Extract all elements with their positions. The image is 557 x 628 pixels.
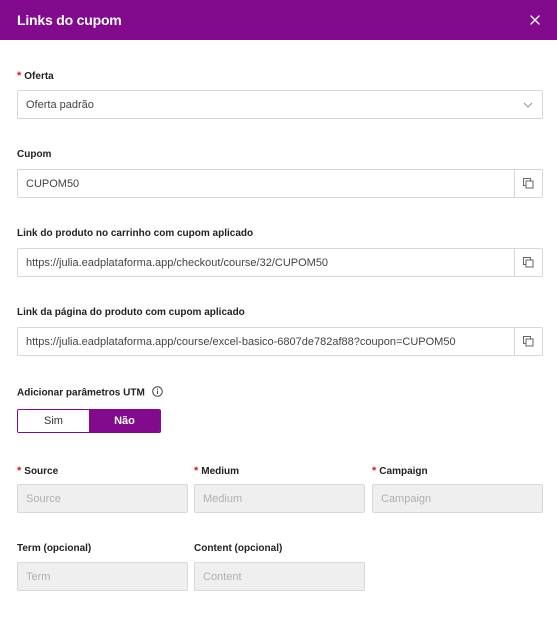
cupom-value[interactable]: CUPOM50 bbox=[18, 178, 514, 190]
required-marker: * bbox=[194, 465, 199, 477]
required-marker: * bbox=[17, 70, 22, 82]
coupon-links-modal: Links do cupom * Oferta Oferta padrão Cup… bbox=[0, 0, 557, 628]
required-marker: * bbox=[17, 465, 22, 477]
link-pagina-label: Link da página do produto com cupom apli… bbox=[17, 307, 245, 318]
campaign-placeholder: Campaign bbox=[381, 492, 432, 505]
cupom-field: CUPOM50 bbox=[17, 169, 543, 198]
term-placeholder: Term bbox=[26, 570, 51, 583]
chevron-down-icon bbox=[514, 102, 542, 108]
source-placeholder: Source bbox=[26, 492, 61, 505]
medium-label: * Medium bbox=[194, 465, 240, 477]
term-label: Term (opcional) bbox=[17, 543, 92, 554]
oferta-label: * Oferta bbox=[17, 70, 54, 82]
term-input[interactable]: Term bbox=[17, 562, 188, 591]
link-carrinho-label: Link do produto no carrinho com cupom ap… bbox=[17, 228, 254, 239]
content-placeholder: Content bbox=[203, 570, 242, 583]
utm-option-sim[interactable]: Sim bbox=[18, 410, 89, 432]
source-label: * Source bbox=[17, 465, 59, 477]
utm-toggle: Sim Não bbox=[17, 409, 161, 433]
medium-input[interactable]: Medium bbox=[194, 484, 365, 513]
link-carrinho-value[interactable]: https://julia.eadplataforma.app/checkout… bbox=[18, 257, 514, 269]
content-input[interactable]: Content bbox=[194, 562, 365, 591]
oferta-selected-value: Oferta padrão bbox=[26, 98, 94, 111]
source-input[interactable]: Source bbox=[17, 484, 188, 513]
medium-placeholder: Medium bbox=[203, 492, 243, 505]
copy-icon[interactable] bbox=[514, 249, 542, 276]
content-label: Content (opcional) bbox=[194, 543, 283, 554]
utm-option-nao[interactable]: Não bbox=[89, 410, 160, 432]
cupom-label: Cupom bbox=[17, 149, 52, 160]
link-pagina-value[interactable]: https://julia.eadplataforma.app/course/e… bbox=[18, 336, 514, 348]
link-pagina-field: https://julia.eadplataforma.app/course/e… bbox=[17, 327, 543, 356]
oferta-select[interactable]: Oferta padrão bbox=[17, 90, 543, 119]
modal-title: Links do cupom bbox=[17, 12, 122, 28]
campaign-input[interactable]: Campaign bbox=[372, 484, 543, 513]
campaign-label: * Campaign bbox=[372, 465, 428, 477]
link-carrinho-field: https://julia.eadplataforma.app/checkout… bbox=[17, 248, 543, 277]
modal-header: Links do cupom bbox=[0, 0, 557, 40]
copy-icon[interactable] bbox=[514, 170, 542, 197]
copy-icon[interactable] bbox=[514, 328, 542, 355]
close-icon[interactable] bbox=[525, 10, 545, 30]
info-icon[interactable] bbox=[151, 386, 163, 400]
utm-label: Adicionar parâmetros UTM bbox=[17, 386, 163, 400]
required-marker: * bbox=[372, 465, 377, 477]
